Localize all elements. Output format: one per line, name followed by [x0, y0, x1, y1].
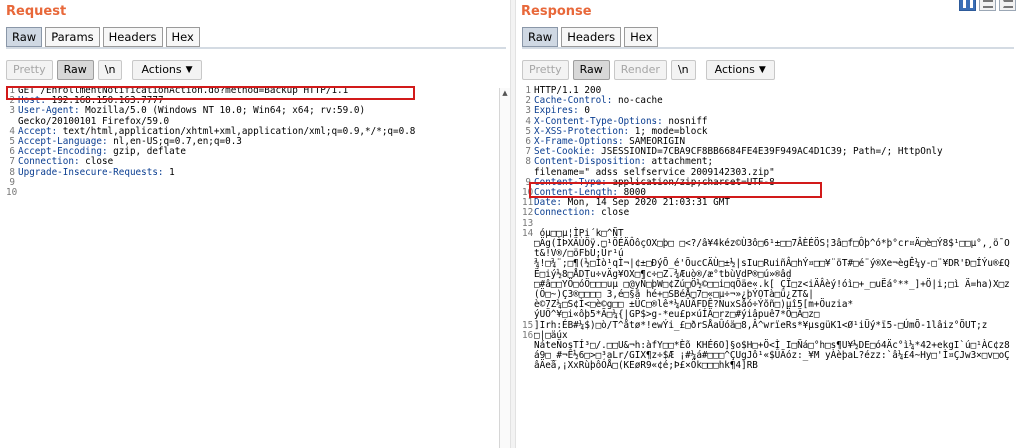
response-tabs: Raw Headers Hex — [522, 27, 659, 47]
line-number — [522, 300, 534, 310]
line-number: 16 — [522, 329, 534, 341]
response-toolbar: Pretty Raw Render \n Actions ▼ — [522, 60, 775, 80]
line-content: ]Irh:ÉB#¼$)□ò/T^åtø*!ewÝi_£□ðrSÅaÛóä□8,Â… — [534, 319, 988, 331]
response-actions-button[interactable]: Actions ▼ — [705, 60, 775, 80]
top-bottom-layout-icon[interactable] — [979, 0, 996, 11]
editor-line: ¾!□¾¨;□¶(½□Ìò¹qÌ¬|¢±□ÐýÕ_é'ÕucCÄÙ□±½|sIu… — [522, 258, 1014, 280]
line-number — [522, 259, 534, 279]
editor-line: 8 Upgrade-Insecure-Requests: 1 — [6, 166, 510, 178]
request-raw-button[interactable]: Raw — [56, 60, 94, 80]
line-number: 8 — [525, 156, 531, 168]
response-render-button[interactable]: Render — [613, 60, 667, 80]
response-tabs-underline — [522, 47, 1014, 49]
response-tab-headers[interactable]: Headers — [561, 27, 622, 47]
response-editor[interactable]: 1 HTTP/1.1 200 2 Cache-Control: no-cache 3 Ex… — [522, 86, 1014, 448]
request-tab-raw[interactable]: Raw — [6, 27, 43, 47]
request-pane: Request Raw Params Headers Hex Pretty Ra… — [0, 0, 510, 448]
line-number: 10 — [6, 187, 18, 199]
request-actions-button[interactable]: Actions ▼ — [132, 60, 202, 80]
request-actions-label: Actions — [141, 63, 182, 76]
request-scrollbar[interactable]: ▲ — [499, 88, 510, 448]
request-newline-button[interactable]: \n — [97, 60, 123, 80]
line-content: □#â□□YÖ□óÖ□□□uµ □@yÑ□þW□¢Zú□Ö½©□□i□qÕäe«… — [534, 278, 1010, 301]
editor-line: 9 — [6, 177, 510, 188]
response-raw-button[interactable]: Raw — [572, 60, 610, 80]
line-content: Connection: close — [534, 207, 630, 219]
line-number: 3 — [9, 105, 15, 117]
line-content: □Äg(ÌÞXÄÙÖÿ.□¹ÖÉÄÔôçOX□þ□ □<?/â¥4kéz©Ù3ô… — [534, 238, 1010, 260]
chevron-down-icon: ▼ — [185, 65, 193, 75]
chevron-down-icon: ▼ — [758, 65, 766, 75]
editor-line: 2 Cache-Control: no-cache — [522, 95, 1014, 107]
response-title: Response — [521, 4, 592, 19]
line-number — [522, 239, 534, 259]
editor-line: □#â□□YÖ□óÖ□□□uµ □@yÑ□þW□¢Zú□Ö½©□□i□qÕäe«… — [522, 278, 1014, 301]
editor-line: 10 — [6, 187, 510, 199]
editor-line: □Äg(ÌÞXÄÙÖÿ.□¹ÖÉÄÔôçOX□þ□ □<?/â¥4kéz©Ù3ô… — [522, 238, 1014, 260]
layout-toggle — [959, 0, 1016, 11]
editor-line: NáteÑosTÍ³□/.□□U&¬h:àfY□□*Èõ KHÉ6O]§o$H□… — [522, 341, 1014, 372]
editor-line: 15]Irh:ÉB#¼$)□ò/T^åtø*!ewÝi_£□ðrSÅaÛóä□8… — [522, 319, 1014, 331]
scroll-up-arrow-icon[interactable]: ▲ — [501, 89, 509, 97]
line-number — [522, 341, 534, 372]
line-content: Upgrade-Insecure-Requests: 1 — [18, 166, 175, 178]
response-actions-label: Actions — [714, 63, 755, 76]
tabs-layout-icon[interactable] — [999, 0, 1016, 11]
request-tab-hex[interactable]: Hex — [165, 27, 200, 47]
line-content — [18, 178, 510, 188]
line-number — [522, 280, 534, 300]
request-editor[interactable]: 1 GET /EnrollmentNotificationAction.do?me… — [6, 86, 510, 448]
response-pretty-button[interactable]: Pretty — [522, 60, 569, 80]
response-tab-raw[interactable]: Raw — [522, 27, 559, 47]
request-tabs-underline — [6, 47, 506, 49]
request-pretty-button[interactable]: Pretty — [6, 60, 53, 80]
line-content: ¾!□¾¨;□¶(½□Ìò¹qÌ¬|¢±□ÐýÕ_é'ÕucCÄÙ□±½|sIu… — [534, 258, 1010, 280]
request-title: Request — [6, 4, 67, 19]
response-pane: Response Raw Headers Hex Pretty Raw Rend… — [516, 0, 1018, 448]
line-content — [18, 188, 510, 198]
response-newline-button[interactable]: \n — [670, 60, 696, 80]
editor-line: 12 Connection: close — [522, 208, 1014, 218]
request-tab-headers[interactable]: Headers — [102, 27, 163, 47]
request-tabs: Raw Params Headers Hex — [6, 27, 200, 47]
side-by-side-layout-icon[interactable] — [959, 0, 976, 11]
line-content: NáteÑosTÍ³□/.□□U&¬h:àfY□□*Èõ KHÉ6O]§o$H□… — [534, 340, 1010, 372]
request-toolbar: Pretty Raw \n Actions ▼ — [6, 60, 202, 80]
line-number: 14 — [522, 227, 534, 239]
request-tab-params[interactable]: Params — [45, 27, 100, 47]
line-content: Cache-Control: no-cache — [534, 95, 663, 107]
response-tab-hex[interactable]: Hex — [624, 27, 659, 47]
